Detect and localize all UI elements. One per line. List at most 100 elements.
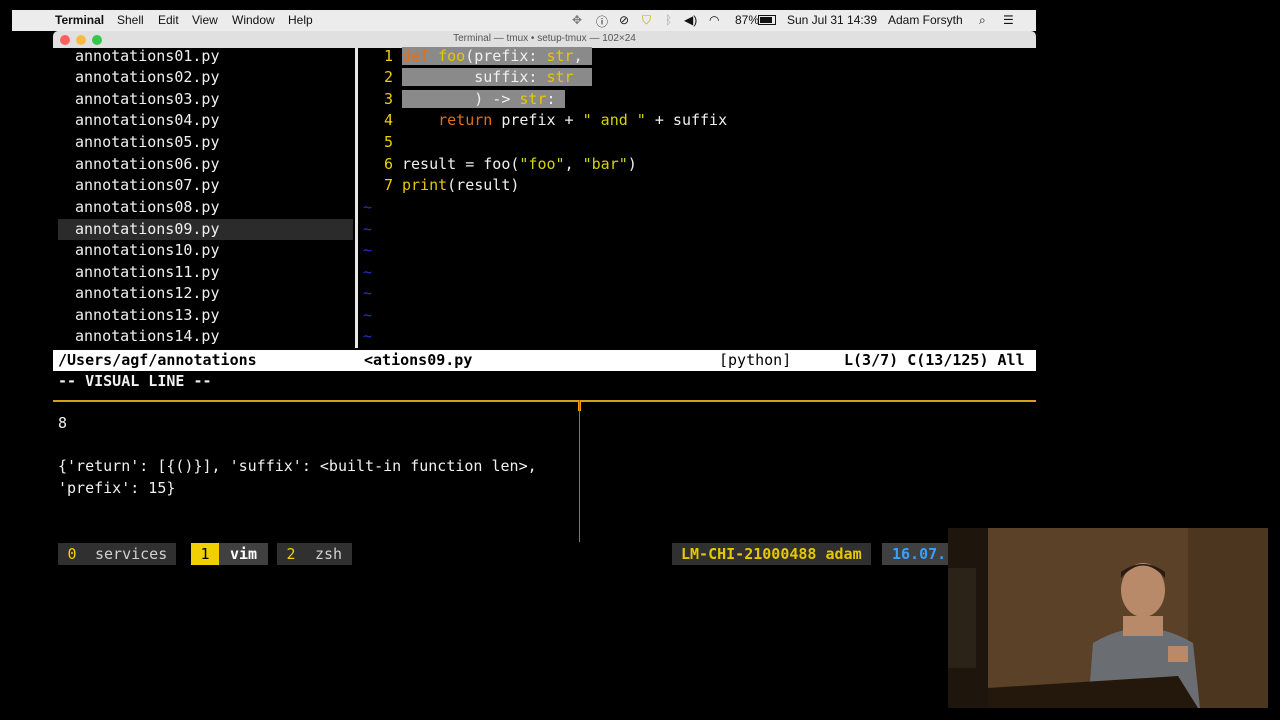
empty-line-marker: ~	[363, 220, 373, 238]
block-icon[interactable]: ⊘	[619, 13, 629, 27]
window-title: Terminal — tmux • setup-tmux — 102×24	[453, 33, 636, 44]
vim-statusline: /Users/agf/annotations <ations09.py [pyt…	[53, 350, 1036, 371]
tmux-window-index-active[interactable]: 1	[191, 543, 219, 565]
empty-line-marker: ~	[363, 306, 373, 324]
code-line-3[interactable]: ) -> str:	[402, 89, 565, 110]
speaker-webcam-video	[948, 528, 1268, 708]
menu-view[interactable]: View	[192, 13, 218, 27]
battery-percent: 87%	[735, 13, 760, 27]
empty-line-marker: ~	[363, 241, 373, 259]
menu-window[interactable]: Window	[232, 13, 275, 27]
keyword: def	[402, 47, 430, 65]
file-tree-item[interactable]: annotations01.py	[75, 46, 220, 67]
line-number: 7	[383, 176, 393, 194]
battery-icon[interactable]	[758, 15, 776, 25]
type-name: str	[519, 90, 547, 108]
file-tree-item[interactable]: annotations12.py	[75, 283, 220, 304]
code-text: prefix +	[492, 111, 583, 129]
tmux-window-services[interactable]: services	[86, 543, 177, 565]
cursor-position: L(3/7) C(13/125) All	[844, 351, 1025, 369]
code-line-4[interactable]: return prefix + " and " + suffix	[402, 110, 727, 131]
file-tree-item[interactable]: annotations02.py	[75, 67, 220, 88]
menu-app-name[interactable]: Terminal	[55, 13, 104, 27]
code-text: :	[546, 90, 556, 108]
vertical-pane-separator[interactable]	[579, 400, 580, 542]
string-literal: "foo"	[519, 155, 565, 173]
file-tree-item[interactable]: annotations14.py	[75, 326, 220, 347]
empty-line-marker: ~	[363, 327, 373, 345]
tmux-window-zsh[interactable]: zsh	[305, 543, 353, 565]
menu-bar: Terminal Shell Edit View Window Help ✥ ⓘ…	[12, 10, 1036, 31]
tmux-window-index[interactable]: 0	[58, 543, 86, 565]
line-number: 6	[383, 155, 393, 173]
speaker-image	[948, 528, 1268, 708]
info-icon[interactable]: ⓘ	[596, 13, 608, 30]
line-number: 1	[383, 47, 393, 65]
file-tree-item[interactable]: annotations06.py	[75, 154, 220, 175]
code-text: (result)	[447, 176, 520, 194]
file-tree-item[interactable]: annotations10.py	[75, 240, 220, 261]
empty-line-marker: ~	[363, 198, 373, 216]
menu-clock[interactable]: Sun Jul 31 14:39	[787, 13, 877, 27]
line-number: 4	[383, 111, 393, 129]
file-tree-item-selected[interactable]: annotations09.py	[75, 219, 220, 240]
file-tree-item[interactable]: annotations05.py	[75, 132, 220, 153]
file-tree-item[interactable]: annotations04.py	[75, 110, 220, 131]
hostname: LM-CHI-21000488	[681, 545, 817, 563]
type-name: str	[546, 47, 574, 65]
code-line-6[interactable]: result = foo("foo", "bar")	[402, 154, 637, 175]
code-text: ,	[564, 155, 583, 173]
file-tree-item[interactable]: annotations08.py	[75, 197, 220, 218]
line-number: 3	[383, 90, 393, 108]
string-literal: "bar"	[582, 155, 628, 173]
username: adam	[825, 545, 862, 563]
menu-user[interactable]: Adam Forsyth	[888, 13, 963, 27]
current-file: <ations09.py	[364, 351, 473, 369]
code-text: (prefix:	[465, 47, 547, 65]
tmux-statusbar: 0 services 1 vim 2 zsh LM-CHI-21000488 a…	[53, 543, 1036, 565]
vertical-split[interactable]	[355, 48, 358, 348]
tree-path: /Users/agf/annotations	[58, 351, 257, 369]
tmux-host: LM-CHI-21000488 adam	[672, 543, 871, 565]
terminal-window[interactable]: annotations01.py annotations02.py annota…	[53, 46, 1036, 570]
notification-center-icon[interactable]: ☰	[1003, 13, 1014, 27]
empty-line-marker: ~	[363, 263, 373, 281]
shield-icon[interactable]: ⛉	[642, 13, 651, 28]
tmux-window-vim[interactable]: vim	[219, 543, 269, 565]
code-line-2[interactable]: suffix: str	[402, 67, 592, 88]
file-tree-item[interactable]: annotations03.py	[75, 89, 220, 110]
dropbox-icon[interactable]: ✥	[572, 13, 582, 27]
spotlight-search-icon[interactable]: ⌕	[979, 13, 986, 28]
file-tree-item[interactable]: annotations07.py	[75, 175, 220, 196]
type-name: str	[546, 68, 574, 86]
string-literal: " and "	[582, 111, 646, 129]
empty-line-marker: ~	[363, 284, 373, 302]
builtin-function: print	[402, 176, 448, 194]
output-line: 'prefix': 15}	[58, 479, 176, 497]
filetype: [python]	[719, 351, 792, 369]
tmux-window-index[interactable]: 2	[277, 543, 305, 565]
vim-mode-indicator: -- VISUAL LINE --	[58, 372, 212, 390]
code-text: ,	[573, 47, 583, 65]
output-line: {'return': [{()}], 'suffix': <built-in f…	[58, 457, 537, 475]
pane-separator	[53, 400, 1036, 402]
volume-icon[interactable]: ◀)	[684, 13, 697, 27]
wifi-icon[interactable]: ◠	[709, 13, 719, 27]
code-line-7[interactable]: print(result)	[402, 175, 519, 196]
code-text: )	[627, 155, 637, 173]
code-text: + suffix	[645, 111, 728, 129]
menu-help[interactable]: Help	[288, 13, 313, 27]
bluetooth-icon[interactable]: ᛒ	[665, 13, 672, 27]
line-number: 2	[383, 68, 393, 86]
output-line: 8	[58, 414, 68, 432]
code-text: suffix:	[402, 68, 547, 86]
line-number: 5	[383, 133, 393, 151]
code-text: result = foo(	[402, 155, 520, 173]
code-line-1[interactable]: def foo(prefix: str,	[402, 46, 592, 67]
keyword: return	[438, 111, 493, 129]
function-name: foo	[438, 47, 466, 65]
menu-edit[interactable]: Edit	[158, 13, 179, 27]
file-tree-item[interactable]: annotations13.py	[75, 305, 220, 326]
menu-shell[interactable]: Shell	[117, 13, 144, 27]
file-tree-item[interactable]: annotations11.py	[75, 262, 220, 283]
